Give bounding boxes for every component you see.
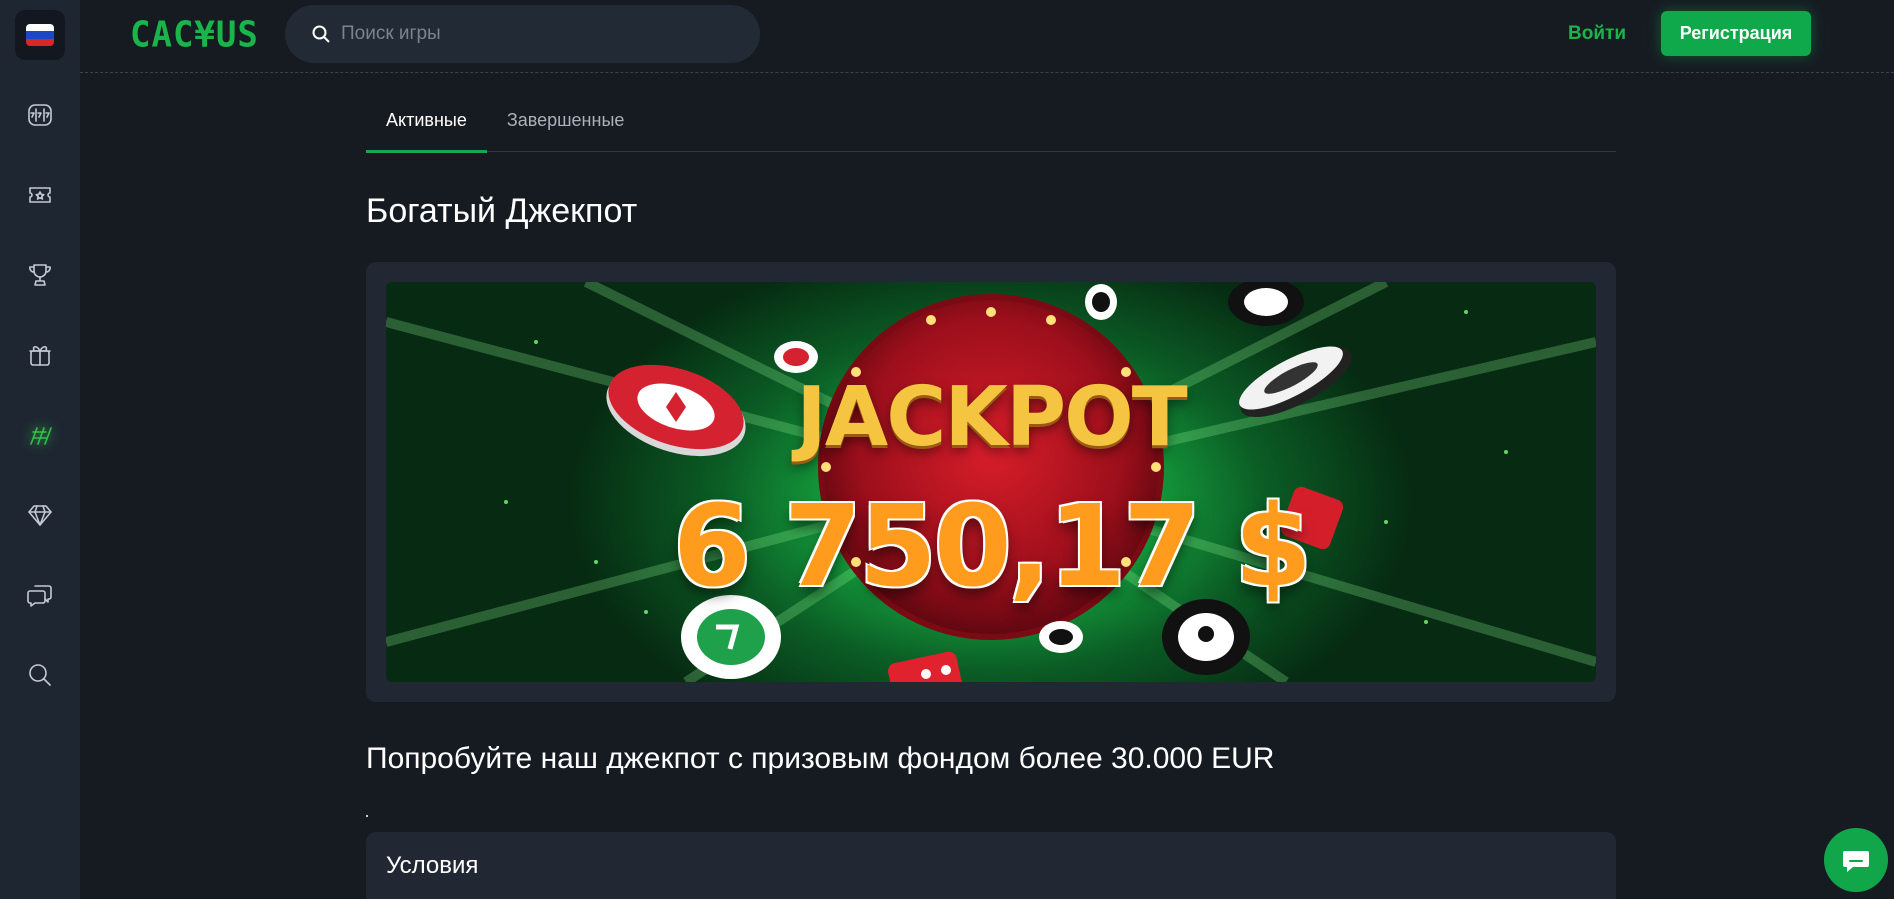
slot-machine-icon (28, 104, 52, 126)
sidebar-item-slots[interactable] (15, 90, 65, 140)
sidebar (0, 0, 80, 899)
top-header: CAC¥US Войти Регистрация (80, 0, 1894, 73)
sidebar-item-jackpot[interactable] (15, 410, 65, 460)
sidebar-item-tournaments[interactable] (15, 250, 65, 300)
russia-flag-icon (26, 24, 54, 46)
jackpot-tabs: Активные Завершенные (366, 95, 1616, 153)
search-input[interactable] (341, 23, 721, 45)
chat-icon (1843, 851, 1869, 872)
sidebar-item-search[interactable] (15, 650, 65, 700)
login-button[interactable]: Войти (1568, 20, 1626, 48)
sidebar-item-tickets[interactable] (15, 170, 65, 220)
page-title: Богатый Джекпот (366, 192, 638, 230)
sidebar-item-bonuses[interactable] (15, 330, 65, 380)
conditions-title: Условия (386, 852, 479, 879)
search-icon (312, 25, 330, 43)
jackpot-amount: 6 750,17 $ (672, 482, 1312, 612)
sidebar-item-support[interactable] (15, 570, 65, 620)
cactus-jackpot-icon (30, 427, 52, 445)
logo[interactable]: CAC¥US (130, 14, 259, 56)
tab-active[interactable]: Активные (366, 95, 487, 153)
tab-finished[interactable]: Завершенные (487, 95, 645, 152)
diamond-icon (28, 505, 52, 526)
chat-bubbles-icon (27, 585, 52, 607)
trophy-icon (29, 264, 51, 286)
language-button[interactable] (15, 10, 65, 60)
register-button[interactable]: Регистрация (1661, 11, 1811, 56)
sidebar-item-vip[interactable] (15, 490, 65, 540)
divider-dot (366, 815, 368, 817)
jackpot-word: JACKPOT (796, 370, 1187, 465)
ticket-icon (29, 187, 51, 203)
live-chat-button[interactable] (1824, 828, 1888, 892)
jackpot-banner[interactable]: JACKPOT 6 750,17 $ (386, 282, 1596, 682)
jackpot-description: Попробуйте наш джекпот с призовым фондом… (366, 742, 1275, 775)
gift-icon (29, 345, 51, 366)
search-icon (29, 664, 51, 686)
conditions-section[interactable]: Условия (366, 832, 1616, 899)
jackpot-card: JACKPOT 6 750,17 $ (366, 262, 1616, 702)
search-bar[interactable] (285, 5, 760, 63)
